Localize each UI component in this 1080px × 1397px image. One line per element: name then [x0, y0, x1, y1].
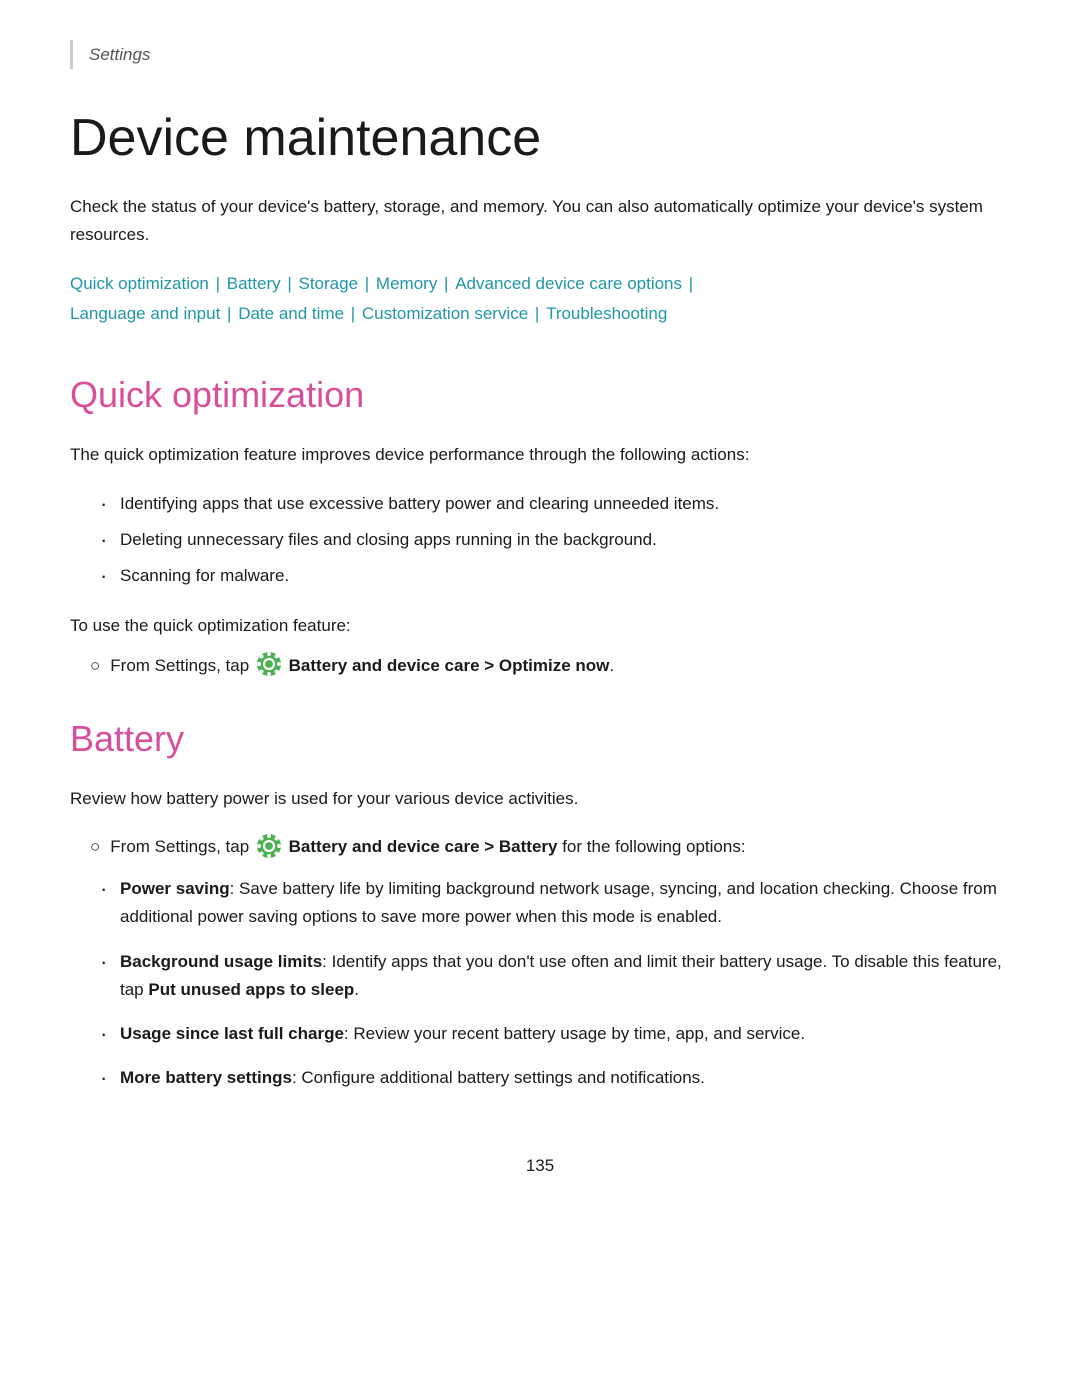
usage-charge-text: : Review your recent battery usage by ti… — [344, 1024, 805, 1043]
nav-link-battery[interactable]: Battery — [227, 274, 281, 293]
page-intro: Check the status of your device's batter… — [70, 193, 990, 249]
quick-optimization-heading: Quick optimization — [70, 366, 1010, 424]
step-prefix: From Settings, tap — [110, 656, 254, 675]
battery-section: Battery Review how battery power is used… — [70, 710, 1010, 1092]
battery-option-power-saving: Power saving: Save battery life by limit… — [100, 875, 1010, 931]
nav-link-advanced[interactable]: Advanced device care options — [455, 274, 682, 293]
quick-optimization-step: ○ From Settings, tap Battery and device … — [70, 652, 1010, 680]
battery-step: ○ From Settings, tap Battery and device … — [70, 833, 1010, 861]
nav-link-troubleshooting[interactable]: Troubleshooting — [546, 304, 667, 323]
battery-step-bullet: ○ — [90, 833, 100, 860]
quick-optimization-bullets: Identifying apps that use excessive batt… — [100, 490, 1010, 590]
battery-option-more-settings: More battery settings: Configure additio… — [100, 1064, 1010, 1092]
battery-option-background-limits: Background usage limits: Identify apps t… — [100, 948, 1010, 1004]
bullet-item-2: Deleting unnecessary files and closing a… — [100, 526, 1010, 554]
page-number: 135 — [70, 1152, 1010, 1179]
battery-step-text: From Settings, tap Battery and device ca… — [110, 833, 745, 861]
power-saving-label: Power saving — [120, 879, 230, 898]
breadcrumb-label: Settings — [89, 45, 150, 64]
step-bullet-circle: ○ — [90, 652, 100, 679]
usage-charge-label: Usage since last full charge — [120, 1024, 344, 1043]
background-limits-label: Background usage limits — [120, 952, 322, 971]
bullet-item-1: Identifying apps that use excessive batt… — [100, 490, 1010, 518]
nav-link-storage[interactable]: Storage — [299, 274, 359, 293]
breadcrumb: Settings — [70, 40, 1010, 69]
nav-link-quick-optimization[interactable]: Quick optimization — [70, 274, 209, 293]
page-container: Settings Device maintenance Check the st… — [0, 0, 1080, 1397]
battery-options-list: Power saving: Save battery life by limit… — [100, 875, 1010, 1091]
settings-icon — [256, 651, 282, 677]
nav-link-date[interactable]: Date and time — [238, 304, 344, 323]
step-bold-text: Battery and device care > Optimize now — [289, 656, 610, 675]
put-unused-apps-label: Put unused apps to sleep — [148, 980, 354, 999]
battery-heading: Battery — [70, 710, 1010, 768]
battery-bold-text: Battery and device care > Battery — [289, 837, 558, 856]
more-battery-settings-label: More battery settings — [120, 1068, 292, 1087]
nav-link-language[interactable]: Language and input — [70, 304, 220, 323]
step-text-quick: From Settings, tap Battery and device ca… — [110, 652, 614, 680]
nav-link-memory[interactable]: Memory — [376, 274, 437, 293]
battery-step-prefix: From Settings, tap — [110, 837, 254, 856]
quick-optimization-intro: The quick optimization feature improves … — [70, 441, 1010, 469]
power-saving-text: : Save battery life by limiting backgrou… — [120, 879, 997, 926]
quick-optimization-section: Quick optimization The quick optimizatio… — [70, 366, 1010, 680]
use-quick-optimization-text: To use the quick optimization feature: — [70, 612, 1010, 640]
battery-settings-icon — [256, 833, 282, 859]
nav-link-customization[interactable]: Customization service — [362, 304, 528, 323]
battery-option-usage-charge: Usage since last full charge: Review you… — [100, 1020, 1010, 1048]
battery-intro: Review how battery power is used for you… — [70, 785, 1010, 813]
more-battery-settings-text: : Configure additional battery settings … — [292, 1068, 705, 1087]
page-title: Device maintenance — [70, 109, 1010, 169]
nav-links: Quick optimization | Battery | Storage |… — [70, 269, 1010, 330]
bullet-item-3: Scanning for malware. — [100, 562, 1010, 590]
